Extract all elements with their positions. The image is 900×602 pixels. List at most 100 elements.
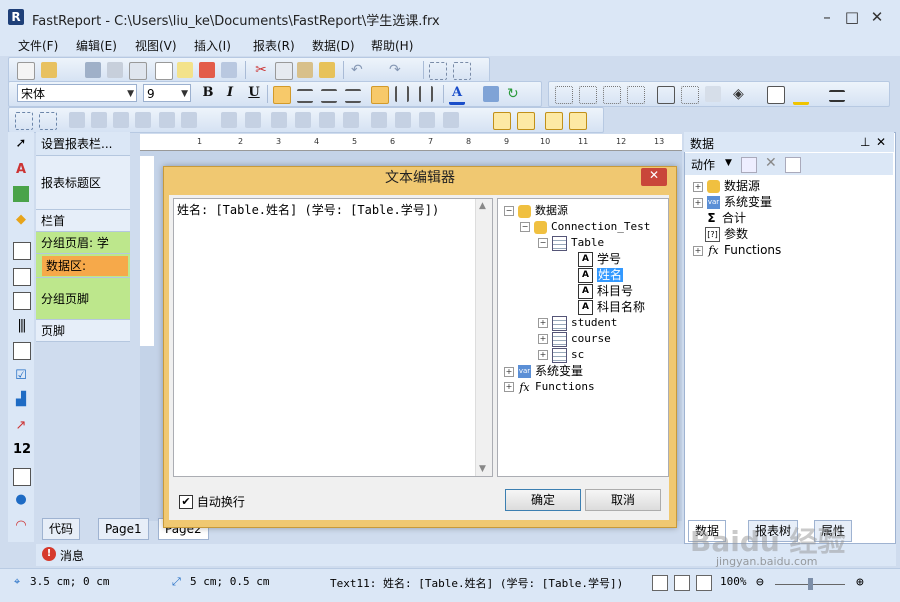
dtree-field-name[interactable]: A 姓名 [578, 267, 624, 283]
band-group-footer[interactable]: 分组页脚 [36, 278, 130, 320]
font-name-combo[interactable]: 宋体 ▼ [17, 84, 137, 102]
align-rights-icon[interactable] [113, 112, 129, 128]
align-middles-icon[interactable] [159, 112, 175, 128]
decrease-v-space-icon[interactable] [419, 112, 435, 128]
bring-to-front-icon[interactable] [545, 112, 563, 130]
map-tool-icon[interactable]: ● [13, 492, 29, 508]
cellular-text-tool-icon[interactable] [13, 468, 31, 486]
dtree-field-course-id[interactable]: A 科目号 [578, 283, 633, 299]
tree-item-parameters[interactable]: [?] 参数 [705, 226, 748, 242]
band-report-title[interactable]: 报表标题区 [36, 156, 130, 210]
paste-icon[interactable] [297, 62, 313, 78]
align-centers-icon[interactable] [91, 112, 107, 128]
dialog-close-button[interactable]: ✕ [641, 168, 667, 186]
band-page-footer[interactable]: 页脚 [36, 320, 130, 342]
ok-button[interactable]: 确定 [505, 489, 581, 511]
cancel-button[interactable]: 取消 [585, 489, 661, 511]
shapes-tool-icon[interactable]: ◆ [13, 212, 29, 228]
font-color-icon[interactable]: A [449, 86, 465, 105]
tree-item-functions[interactable]: + fx Functions [693, 242, 781, 258]
remove-v-space-icon[interactable] [443, 112, 459, 128]
view-icon[interactable] [785, 157, 801, 173]
shadow-icon[interactable] [767, 86, 785, 104]
align-bottoms-icon[interactable] [181, 112, 197, 128]
dtree-field-student-id[interactable]: A 学号 [578, 251, 621, 267]
valign-top-icon[interactable] [371, 86, 389, 104]
wordwrap-option[interactable]: ✔ 自动换行 [179, 493, 245, 510]
border-left-icon[interactable] [603, 86, 621, 104]
bold-button[interactable]: B [199, 85, 217, 103]
increase-v-space-icon[interactable] [395, 112, 411, 128]
valign-middle-icon[interactable] [395, 86, 409, 102]
align-center-icon[interactable] [297, 89, 313, 103]
tab-page1[interactable]: Page1 [98, 518, 149, 540]
tree-item-totals[interactable]: Σ 合计 [705, 210, 746, 226]
subreport-tool-icon[interactable] [13, 242, 31, 260]
close-button[interactable]: ✕ [866, 8, 888, 26]
dtree-field-course-name[interactable]: A 科目名称 [578, 299, 645, 315]
page-view-icon[interactable] [652, 575, 668, 591]
border-right-icon[interactable] [627, 86, 645, 104]
dtree-item-connection[interactable]: − Connection_Test [520, 219, 650, 235]
zoom-slider-thumb[interactable] [808, 578, 813, 590]
open-icon[interactable] [41, 62, 57, 78]
tab-code[interactable]: 代码 [42, 518, 81, 540]
zipcode-tool-icon[interactable]: 12 [13, 442, 31, 458]
italic-button[interactable]: I [221, 85, 239, 103]
align-tops-icon[interactable] [135, 112, 151, 128]
space-horizontally-icon[interactable] [271, 112, 287, 128]
dtree-item-sc[interactable]: + sc [538, 347, 584, 363]
group-icon[interactable] [429, 62, 447, 80]
same-height-icon[interactable] [245, 112, 261, 128]
edit-icon[interactable] [741, 157, 757, 173]
redo-icon[interactable]: ↷ [389, 62, 405, 78]
new-report-icon[interactable] [17, 62, 35, 80]
undo-icon[interactable]: ↶ [351, 62, 367, 78]
border-bottom-icon[interactable] [579, 86, 597, 104]
fill-color-icon[interactable]: ◈ [733, 86, 749, 102]
underline-button[interactable]: U [245, 85, 263, 103]
center-vertically-icon[interactable] [517, 112, 535, 130]
sparkline-tool-icon[interactable]: ↗ [13, 418, 29, 434]
scroll-up-icon[interactable]: ▲ [479, 201, 486, 211]
remove-h-space-icon[interactable] [343, 112, 359, 128]
border-top-icon[interactable] [555, 86, 573, 104]
border-style-icon[interactable] [705, 86, 721, 102]
justify-icon[interactable] [345, 89, 361, 103]
text-tool-icon[interactable]: A [13, 162, 29, 178]
chevron-down-icon[interactable]: ▼ [725, 158, 732, 168]
menu-insert[interactable]: 插入(I) [194, 37, 231, 54]
expression-editor[interactable]: 姓名: [Table.姓名] (学号: [Table.学号]) ▲ ▼ [173, 198, 493, 477]
page-width-icon[interactable] [674, 575, 690, 591]
wordwrap-checkbox[interactable]: ✔ [179, 494, 193, 509]
new-dialog-icon[interactable] [177, 62, 193, 78]
picture-tool-icon[interactable] [13, 186, 29, 202]
band-data[interactable]: 数据区: [42, 256, 128, 276]
richtext-tool-icon[interactable] [13, 342, 31, 360]
save-all-icon[interactable] [107, 62, 123, 78]
scroll-down-icon[interactable]: ▼ [479, 464, 486, 474]
tree-item-datasource[interactable]: + 数据源 [693, 178, 760, 194]
zoom-in-icon[interactable]: ⊕ [856, 575, 864, 590]
pin-icon[interactable]: ⊥ [860, 135, 870, 149]
send-to-back-icon[interactable] [569, 112, 587, 130]
dtree-item-student[interactable]: + student [538, 315, 617, 331]
expression-text[interactable]: 姓名: [Table.姓名] (学号: [Table.学号]) [177, 201, 439, 218]
band-column-header[interactable]: 栏首 [36, 210, 130, 232]
space-vertically-icon[interactable] [371, 112, 387, 128]
messages-tab[interactable]: 消息 [60, 547, 84, 564]
dtree-item-functions[interactable]: + fx Functions [504, 379, 595, 395]
cut-icon[interactable]: ✂ [253, 62, 269, 78]
vertical-scrollbar[interactable]: ▲ ▼ [475, 199, 492, 476]
format-painter-icon[interactable] [319, 62, 335, 78]
menu-help[interactable]: 帮助(H) [371, 37, 413, 54]
menu-view[interactable]: 视图(V) [135, 37, 177, 54]
delete-page-icon[interactable] [199, 62, 215, 78]
tree-item-system-variables[interactable]: + var 系统变量 [693, 194, 772, 210]
table-tool-icon[interactable] [13, 268, 31, 286]
page-setup-icon[interactable] [221, 62, 237, 78]
align-left-icon[interactable] [273, 86, 291, 104]
fit-to-grid-icon[interactable] [39, 112, 57, 130]
pointer-tool-icon[interactable]: ➚ [13, 136, 29, 152]
minimize-button[interactable]: – [816, 8, 838, 26]
